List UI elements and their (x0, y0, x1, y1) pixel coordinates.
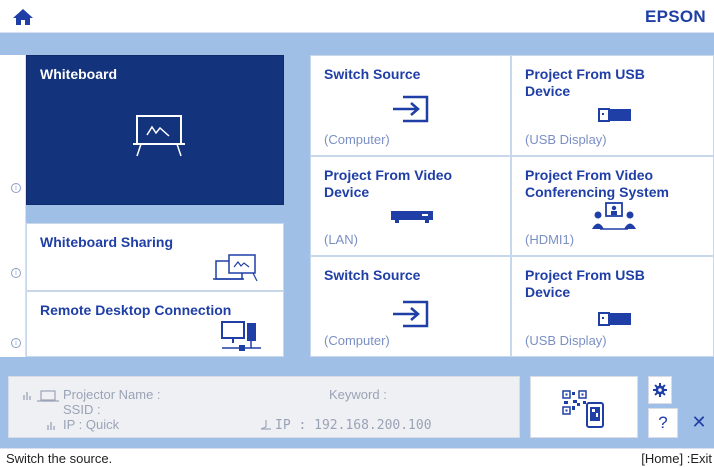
brand-logo: EPSON (644, 7, 706, 26)
tile-project-usb[interactable]: Project From USB Device (USB Display) (511, 55, 714, 156)
tile-switch-source[interactable]: Switch Source (Computer) (310, 55, 511, 156)
tile-remote-desktop[interactable]: Remote Desktop Connection (26, 291, 284, 357)
video-device-icon (391, 211, 433, 223)
tile-project-usb[interactable]: Project From USB Device (USB Display) (511, 256, 714, 357)
whiteboard-sharing-icon (213, 254, 258, 282)
tile-subtitle: (USB Display) (525, 132, 607, 147)
input-icon (393, 300, 429, 328)
tile-subtitle: (Computer) (324, 132, 390, 147)
tile-title: Whiteboard Sharing (40, 234, 173, 250)
tile-title: Project From USB Device (525, 267, 645, 300)
conference-icon (592, 202, 636, 230)
tile-title: Project From USB Device (525, 66, 645, 99)
home-icon[interactable] (12, 8, 34, 26)
tile-title: Whiteboard (40, 66, 117, 82)
tile-switch-source[interactable]: Switch Source (Computer) (310, 256, 511, 357)
header-divider (0, 33, 714, 55)
tile-title: Remote Desktop Connection (40, 302, 232, 318)
ip-address: IP : 192.168.200.100 (275, 418, 432, 433)
info-icon[interactable]: i (11, 268, 21, 278)
top-bar: EPSON (0, 0, 714, 33)
tile-whiteboard[interactable]: Whiteboard (26, 55, 284, 205)
close-button[interactable]: ✕ (684, 408, 714, 438)
info-icon[interactable]: i (11, 183, 21, 193)
tile-project-video-conferencing[interactable]: Project From Video Conferencing System (… (511, 156, 714, 256)
usb-icon (598, 312, 631, 326)
status-message: Switch the source. (6, 451, 113, 466)
left-info-column (0, 55, 26, 357)
settings-button[interactable] (648, 376, 672, 404)
input-icon (393, 95, 429, 123)
ip-quick-label: IP : Quick (63, 417, 120, 432)
tile-project-video-device[interactable]: Project From Video Device (LAN) (310, 156, 511, 256)
tile-whiteboard-sharing[interactable]: Whiteboard Sharing (26, 223, 284, 291)
usb-icon (598, 108, 631, 122)
tile-subtitle: (LAN) (324, 232, 358, 247)
tile-subtitle: (Computer) (324, 333, 390, 348)
wired-lan-icon (260, 420, 271, 430)
tile-title: Project From Video Conferencing System (525, 167, 669, 200)
status-bar: Switch the source. [Home] :Exit (0, 448, 714, 467)
tile-subtitle: (USB Display) (525, 333, 607, 348)
whiteboard-icon (133, 115, 185, 157)
info-icon[interactable]: i (11, 338, 21, 348)
projector-network-icon (23, 390, 59, 402)
remote-desktop-icon (221, 321, 261, 351)
keyword-label: Keyword : (329, 387, 387, 402)
qr-code-button[interactable] (530, 376, 638, 438)
exit-hint: [Home] :Exit (641, 451, 712, 466)
projector-name-label: Projector Name : (63, 387, 161, 402)
network-info-panel: Projector Name : SSID : IP : Quick Keywo… (8, 376, 520, 438)
help-button[interactable]: ? (648, 408, 678, 438)
wireless-icon (47, 422, 55, 430)
qr-code-icon (562, 390, 604, 428)
tile-title: Switch Source (324, 267, 421, 283)
tile-subtitle: (HDMI1) (525, 232, 575, 247)
tile-title: Switch Source (324, 66, 421, 82)
ssid-label: SSID : (63, 402, 101, 417)
tile-title: Project From Video Device (324, 167, 453, 200)
gear-icon (653, 383, 667, 397)
